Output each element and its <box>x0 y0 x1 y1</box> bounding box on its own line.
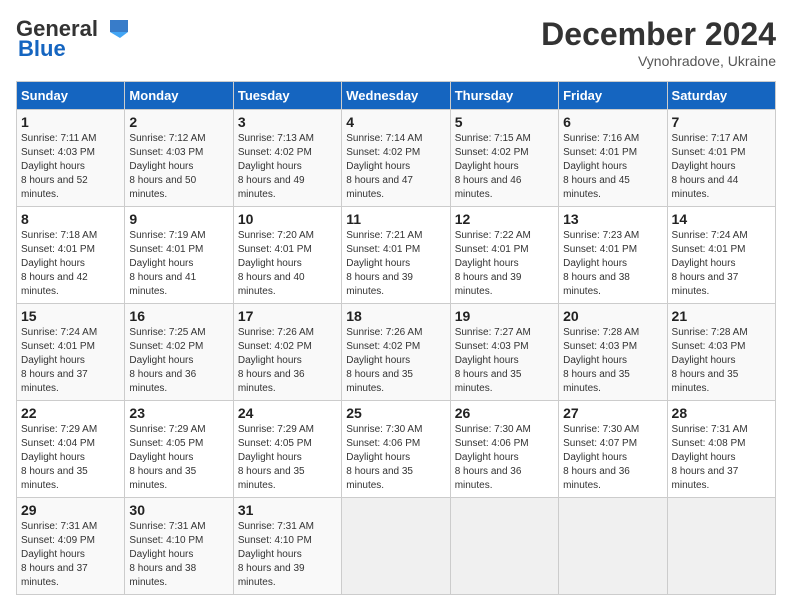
logo-icon <box>100 18 130 40</box>
location-subtitle: Vynohradove, Ukraine <box>541 53 776 69</box>
table-row <box>450 498 558 595</box>
col-saturday: Saturday <box>667 82 775 110</box>
title-block: December 2024 Vynohradove, Ukraine <box>541 16 776 69</box>
table-row: 14 Sunrise: 7:24 AM Sunset: 4:01 PM Dayl… <box>667 207 775 304</box>
table-row: 22 Sunrise: 7:29 AM Sunset: 4:04 PM Dayl… <box>17 401 125 498</box>
table-row: 4 Sunrise: 7:14 AM Sunset: 4:02 PM Dayli… <box>342 110 450 207</box>
table-row: 7 Sunrise: 7:17 AM Sunset: 4:01 PM Dayli… <box>667 110 775 207</box>
table-row: 11 Sunrise: 7:21 AM Sunset: 4:01 PM Dayl… <box>342 207 450 304</box>
table-row: 23 Sunrise: 7:29 AM Sunset: 4:05 PM Dayl… <box>125 401 233 498</box>
table-row: 21 Sunrise: 7:28 AM Sunset: 4:03 PM Dayl… <box>667 304 775 401</box>
table-row: 3 Sunrise: 7:13 AM Sunset: 4:02 PM Dayli… <box>233 110 341 207</box>
table-row: 17 Sunrise: 7:26 AM Sunset: 4:02 PM Dayl… <box>233 304 341 401</box>
table-row: 8 Sunrise: 7:18 AM Sunset: 4:01 PM Dayli… <box>17 207 125 304</box>
table-row: 12 Sunrise: 7:22 AM Sunset: 4:01 PM Dayl… <box>450 207 558 304</box>
table-row: 18 Sunrise: 7:26 AM Sunset: 4:02 PM Dayl… <box>342 304 450 401</box>
month-title: December 2024 <box>541 16 776 53</box>
table-row <box>342 498 450 595</box>
col-friday: Friday <box>559 82 667 110</box>
calendar-week-row: 22 Sunrise: 7:29 AM Sunset: 4:04 PM Dayl… <box>17 401 776 498</box>
col-monday: Monday <box>125 82 233 110</box>
logo-blue: Blue <box>18 36 66 62</box>
table-row: 24 Sunrise: 7:29 AM Sunset: 4:05 PM Dayl… <box>233 401 341 498</box>
table-row: 29 Sunrise: 7:31 AM Sunset: 4:09 PM Dayl… <box>17 498 125 595</box>
table-row <box>559 498 667 595</box>
calendar-week-row: 1 Sunrise: 7:11 AM Sunset: 4:03 PM Dayli… <box>17 110 776 207</box>
table-row: 5 Sunrise: 7:15 AM Sunset: 4:02 PM Dayli… <box>450 110 558 207</box>
table-row: 25 Sunrise: 7:30 AM Sunset: 4:06 PM Dayl… <box>342 401 450 498</box>
col-sunday: Sunday <box>17 82 125 110</box>
table-row: 31 Sunrise: 7:31 AM Sunset: 4:10 PM Dayl… <box>233 498 341 595</box>
logo: General Blue <box>16 16 130 62</box>
table-row: 9 Sunrise: 7:19 AM Sunset: 4:01 PM Dayli… <box>125 207 233 304</box>
calendar-week-row: 8 Sunrise: 7:18 AM Sunset: 4:01 PM Dayli… <box>17 207 776 304</box>
calendar-week-row: 15 Sunrise: 7:24 AM Sunset: 4:01 PM Dayl… <box>17 304 776 401</box>
table-row: 27 Sunrise: 7:30 AM Sunset: 4:07 PM Dayl… <box>559 401 667 498</box>
table-row: 1 Sunrise: 7:11 AM Sunset: 4:03 PM Dayli… <box>17 110 125 207</box>
calendar-header-row: Sunday Monday Tuesday Wednesday Thursday… <box>17 82 776 110</box>
table-row: 15 Sunrise: 7:24 AM Sunset: 4:01 PM Dayl… <box>17 304 125 401</box>
table-row: 28 Sunrise: 7:31 AM Sunset: 4:08 PM Dayl… <box>667 401 775 498</box>
calendar-table: Sunday Monday Tuesday Wednesday Thursday… <box>16 81 776 595</box>
calendar-week-row: 29 Sunrise: 7:31 AM Sunset: 4:09 PM Dayl… <box>17 498 776 595</box>
table-row: 13 Sunrise: 7:23 AM Sunset: 4:01 PM Dayl… <box>559 207 667 304</box>
page-header: General Blue December 2024 Vynohradove, … <box>16 16 776 69</box>
table-row: 26 Sunrise: 7:30 AM Sunset: 4:06 PM Dayl… <box>450 401 558 498</box>
table-row <box>667 498 775 595</box>
table-row: 10 Sunrise: 7:20 AM Sunset: 4:01 PM Dayl… <box>233 207 341 304</box>
col-tuesday: Tuesday <box>233 82 341 110</box>
table-row: 30 Sunrise: 7:31 AM Sunset: 4:10 PM Dayl… <box>125 498 233 595</box>
table-row: 20 Sunrise: 7:28 AM Sunset: 4:03 PM Dayl… <box>559 304 667 401</box>
table-row: 19 Sunrise: 7:27 AM Sunset: 4:03 PM Dayl… <box>450 304 558 401</box>
table-row: 2 Sunrise: 7:12 AM Sunset: 4:03 PM Dayli… <box>125 110 233 207</box>
table-row: 16 Sunrise: 7:25 AM Sunset: 4:02 PM Dayl… <box>125 304 233 401</box>
table-row: 6 Sunrise: 7:16 AM Sunset: 4:01 PM Dayli… <box>559 110 667 207</box>
col-thursday: Thursday <box>450 82 558 110</box>
col-wednesday: Wednesday <box>342 82 450 110</box>
